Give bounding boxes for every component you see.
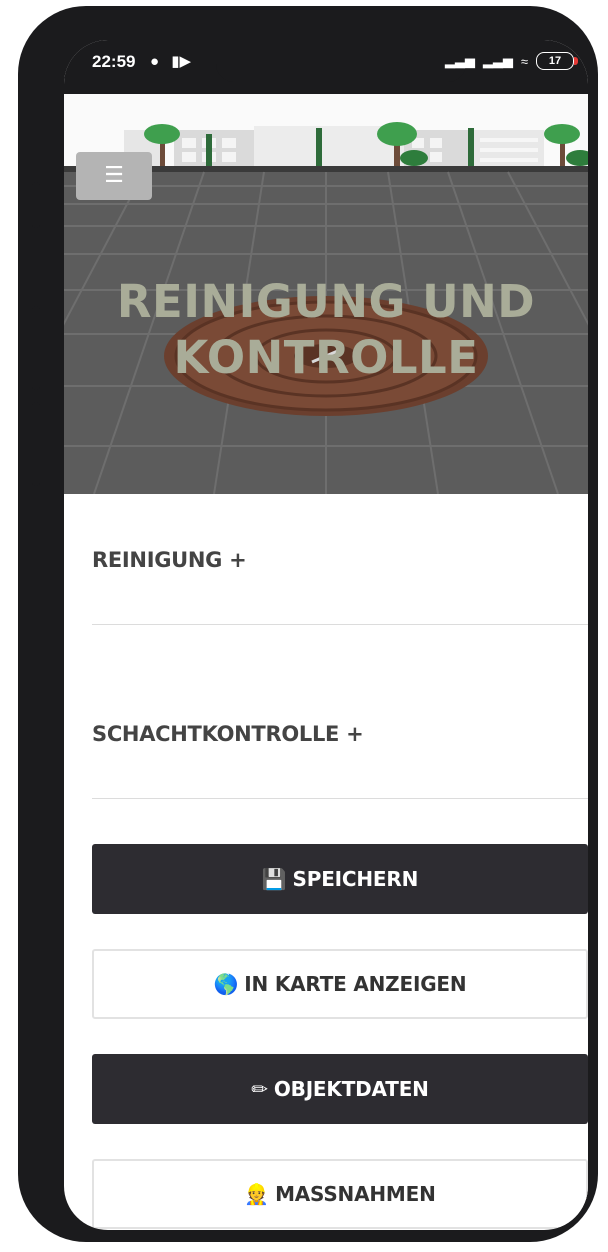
menu-button[interactable]: ☰: [76, 152, 152, 200]
measures-button-label: MASSNAHMEN: [275, 1182, 436, 1206]
show-on-map-button[interactable]: 🌎 IN KARTE ANZEIGEN: [92, 949, 588, 1019]
notch: [216, 40, 466, 82]
shield-icon: ●: [150, 53, 160, 70]
phone-frame: 22:59 ● ▮▶ ▂▃▅ ▂▃▅ ≈ 17 REINIGUNG UND KO…: [18, 6, 598, 1242]
page-title-line: REINIGUNG UND: [116, 275, 536, 328]
page-title-line: KONTROLLE: [173, 331, 479, 384]
object-data-button[interactable]: ✏ OBJEKTDATEN: [92, 1054, 588, 1124]
measures-button[interactable]: 👷 MASSNAHMEN: [92, 1159, 588, 1229]
signal-icon: ▂▃▅: [444, 53, 475, 68]
page-title: REINIGUNG UND KONTROLLE: [64, 274, 588, 386]
status-bar: 22:59 ● ▮▶ ▂▃▅ ▂▃▅ ≈ 17: [64, 40, 588, 94]
side-button: [32, 306, 40, 390]
show-on-map-button-label: IN KARTE ANZEIGEN: [244, 972, 467, 996]
section-schachtkontrolle-toggle[interactable]: SCHACHTKONTROLLE +: [92, 722, 588, 746]
save-button-label: SPEICHERN: [292, 867, 419, 891]
save-button[interactable]: 💾 SPEICHERN: [92, 844, 588, 914]
side-button: [32, 182, 40, 228]
screen: 22:59 ● ▮▶ ▂▃▅ ▂▃▅ ≈ 17 REINIGUNG UND KO…: [64, 40, 588, 1230]
status-time: 22:59: [92, 52, 136, 71]
globe-icon: 🌎: [213, 972, 239, 996]
signal-icon: ▂▃▅: [482, 53, 513, 68]
wifi-icon: ≈: [520, 53, 528, 69]
pencil-icon: ✏: [251, 1077, 268, 1101]
divider: [92, 798, 588, 799]
floppy-disk-icon: 💾: [261, 867, 287, 891]
side-button: [32, 402, 40, 486]
camera-icon: ▮▶: [171, 53, 192, 70]
construction-worker-icon: 👷: [244, 1182, 270, 1206]
object-data-button-label: OBJEKTDATEN: [273, 1077, 429, 1101]
section-reinigung-toggle[interactable]: REINIGUNG +: [92, 548, 588, 572]
hero-banner: REINIGUNG UND KONTROLLE ☰: [64, 94, 588, 494]
battery-indicator: 17: [536, 52, 578, 70]
hamburger-icon: ☰: [104, 162, 124, 187]
divider: [92, 624, 588, 625]
